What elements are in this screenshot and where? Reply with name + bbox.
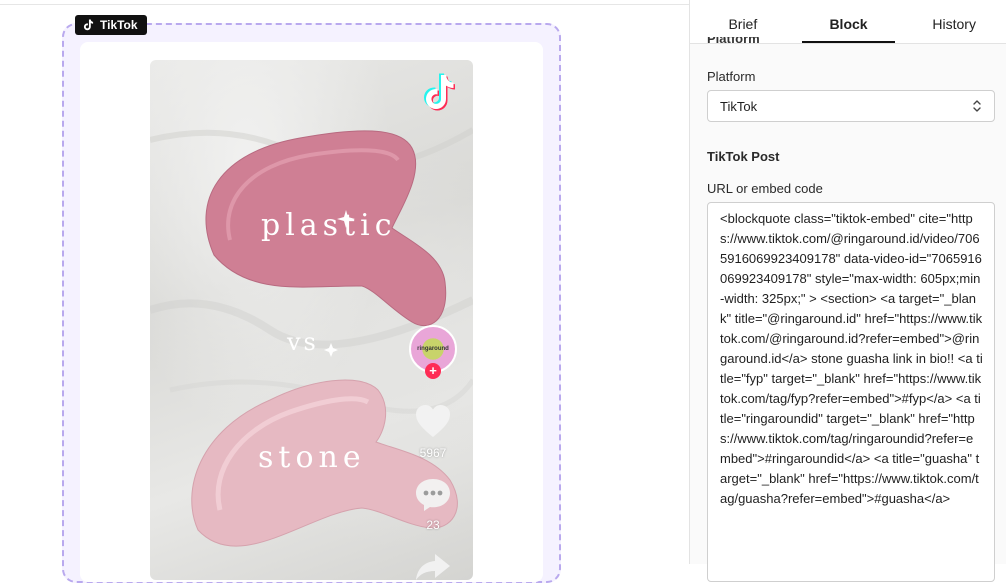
tiktok-icon	[83, 19, 94, 31]
comment-icon[interactable]	[414, 476, 452, 514]
section-heading-platform-text: Platform	[707, 37, 760, 45]
tiktok-logo-icon	[424, 73, 455, 111]
embed-code-textarea[interactable]: <blockquote class="tiktok-embed" cite="h…	[707, 202, 995, 582]
tiktok-video-player[interactable]: plastic vs stone ringaround + 5967 23	[150, 60, 473, 580]
section-heading-platform: Platform	[707, 37, 760, 45]
settings-panel: Brief Block History Platform Platform Ti…	[689, 0, 1006, 582]
tiktok-post-heading: TikTok Post	[707, 149, 780, 164]
follow-button[interactable]: +	[425, 363, 441, 379]
overlay-text-plastic: plastic	[261, 208, 397, 243]
platform-label: Platform	[707, 69, 756, 84]
tab-history[interactable]: History	[901, 0, 1006, 43]
overlay-text-stone: stone	[258, 440, 366, 475]
overlay-text-vs: vs	[287, 328, 319, 356]
chevron-up-down-icon	[973, 100, 981, 112]
tab-block[interactable]: Block	[796, 0, 902, 43]
url-embed-label: URL or embed code	[707, 181, 823, 196]
block-tag-label: TikTok	[100, 18, 138, 32]
platform-select[interactable]: TikTok	[707, 90, 995, 122]
share-icon[interactable]	[414, 552, 452, 580]
canvas-top-border	[0, 0, 690, 5]
block-type-tag: TikTok	[75, 15, 147, 35]
heart-icon[interactable]	[414, 403, 452, 439]
comments-count: 23	[426, 518, 440, 532]
likes-count: 5967	[419, 446, 447, 460]
platform-select-value: TikTok	[720, 98, 758, 114]
avatar-text: ringaround	[417, 346, 449, 352]
editor-canvas: TikTok plastic vs stone ringaround + 596…	[0, 0, 690, 583]
